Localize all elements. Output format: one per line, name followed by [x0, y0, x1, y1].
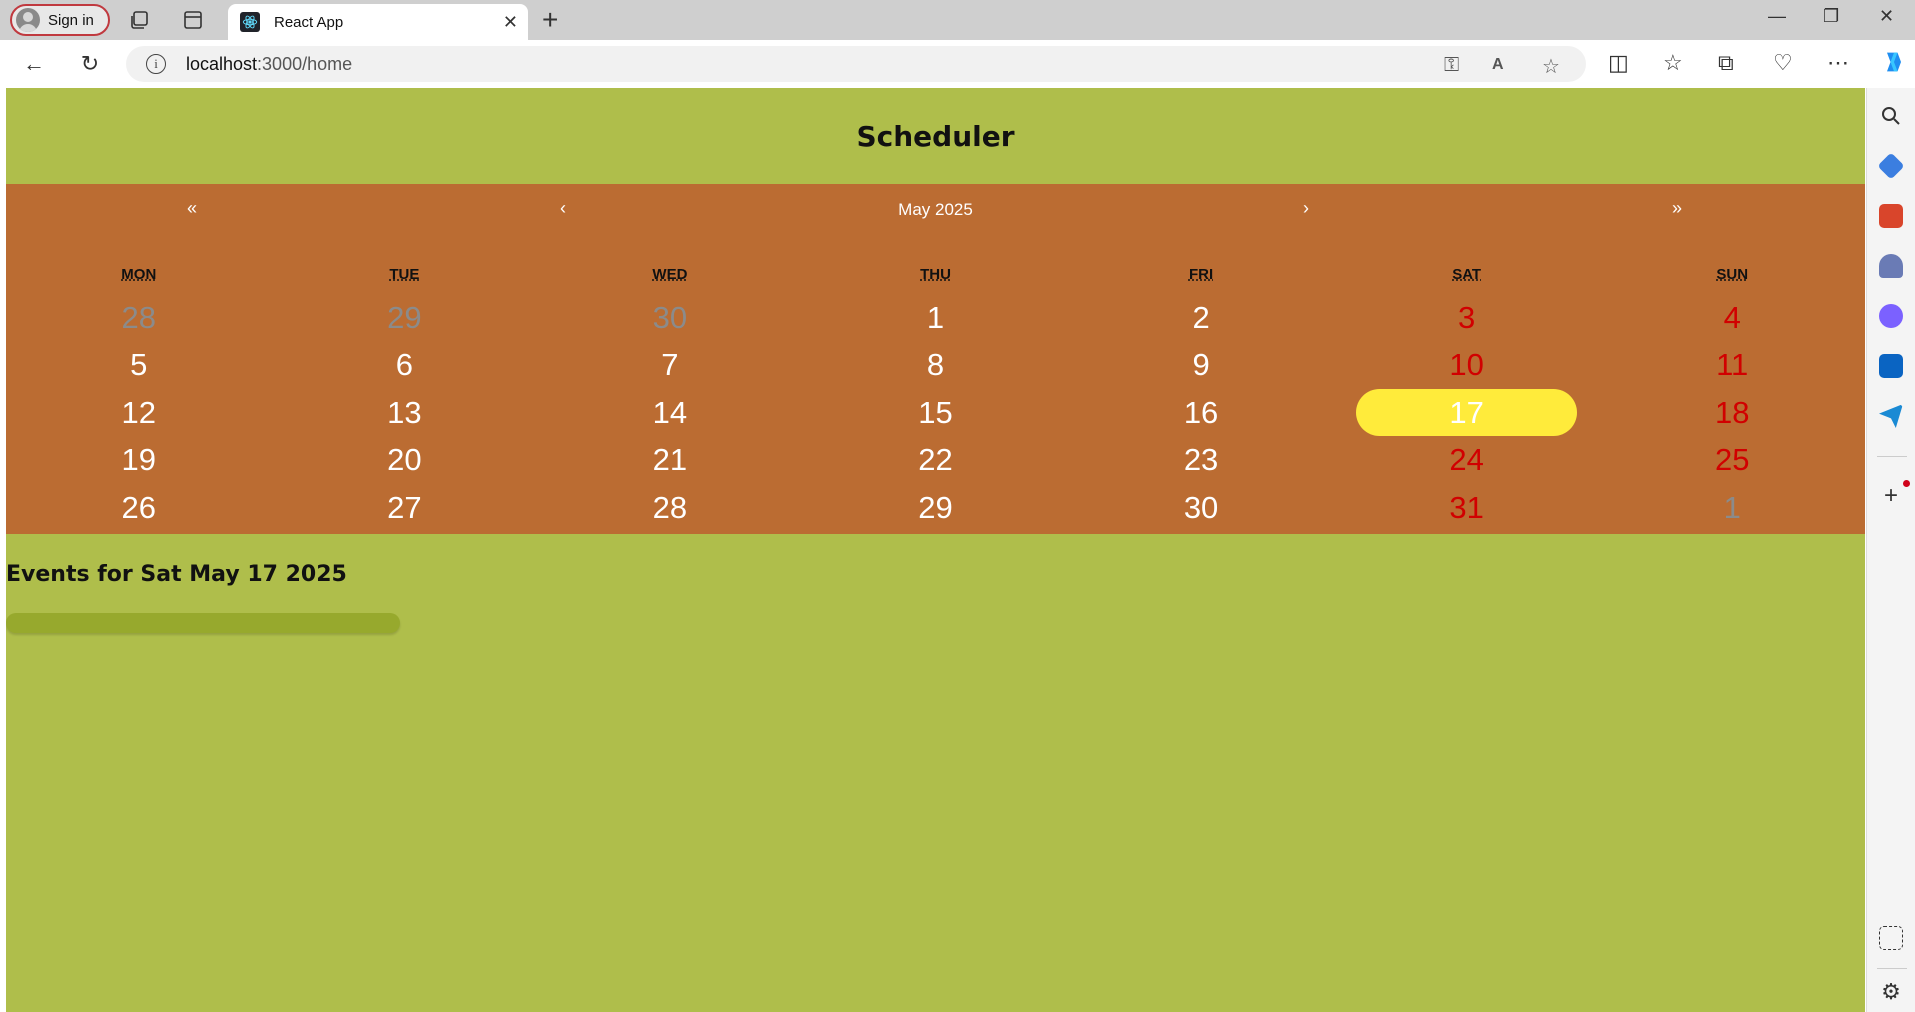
notification-dot-icon	[1903, 480, 1910, 487]
weekday-label: SAT	[1452, 266, 1482, 283]
calendar-day-outside-month[interactable]: 28	[6, 294, 272, 342]
page-title: Scheduler	[856, 119, 1015, 153]
react-logo-icon	[240, 12, 260, 32]
close-tab-icon[interactable]: ✕	[503, 12, 518, 33]
copilot-icon[interactable]	[1880, 48, 1908, 82]
weekday-label: THU	[920, 266, 951, 283]
calendar-day[interactable]: 5	[6, 342, 272, 390]
calendar-day[interactable]: 20	[272, 437, 538, 485]
calendar-day[interactable]: 1	[803, 294, 1069, 342]
calendar-day[interactable]: 14	[537, 389, 803, 437]
send-telegram-icon[interactable]	[1879, 404, 1903, 428]
calendar-day-weekend[interactable]: 11	[1599, 342, 1865, 390]
new-tab-button[interactable]: +	[542, 4, 558, 36]
refresh-icon[interactable]: ↻	[76, 50, 104, 78]
vertical-tabs-icon[interactable]	[181, 8, 205, 32]
app-header: Scheduler	[6, 88, 1865, 184]
weekday-label: SUN	[1716, 266, 1749, 283]
password-key-icon[interactable]: ⚿	[1444, 54, 1459, 77]
collections-icon[interactable]: ⧉	[1718, 50, 1734, 76]
url-host: localhost	[186, 54, 258, 74]
settings-gear-icon[interactable]: ⚙	[1879, 980, 1903, 1004]
outlook-icon[interactable]	[1879, 354, 1903, 378]
sidebar-divider-bottom	[1877, 968, 1907, 969]
calendar-day-outside-month[interactable]: 29	[272, 294, 538, 342]
add-sidebar-app-icon[interactable]: +	[1879, 484, 1903, 508]
weekday-label: WED	[652, 266, 688, 283]
calendar-day[interactable]: 26	[6, 484, 272, 532]
next-year-button[interactable]: »	[1657, 198, 1697, 219]
event-list-placeholder	[6, 613, 400, 633]
address-bar[interactable]: i localhost:3000/home ⚿ A ☆	[126, 46, 1586, 82]
calendar-day[interactable]: 22	[803, 437, 1069, 485]
tab-react-app[interactable]: React App ✕	[228, 4, 528, 40]
calendar-day[interactable]: 9	[1068, 342, 1334, 390]
calendar-day[interactable]: 13	[272, 389, 538, 437]
calendar-day-weekend[interactable]: 18	[1599, 389, 1865, 437]
favorite-star-icon[interactable]: ☆	[1542, 54, 1560, 79]
calendar-day-weekend[interactable]: 10	[1334, 342, 1600, 390]
sidebar-divider	[1877, 456, 1907, 457]
calendar-day-outside-month[interactable]: 30	[537, 294, 803, 342]
restore-icon[interactable]: ❐	[1823, 6, 1839, 27]
shopping-tag-icon[interactable]	[1877, 152, 1905, 180]
calendar-day[interactable]: 30	[1068, 484, 1334, 532]
read-aloud-icon[interactable]: A	[1492, 56, 1504, 74]
weekday-header: MON TUE WED THU FRI SAT SUN	[6, 266, 1865, 286]
weekday-label: MON	[121, 266, 157, 283]
calendar-day[interactable]: 27	[272, 484, 538, 532]
more-options-icon[interactable]: ⋯	[1827, 50, 1849, 76]
calendar-day[interactable]: 21	[537, 437, 803, 485]
calendar-day-selected[interactable]: 17	[1355, 389, 1578, 436]
calendar-day[interactable]: 8	[803, 342, 1069, 390]
calendar-day[interactable]: 2	[1068, 294, 1334, 342]
workspaces-icon[interactable]	[128, 8, 152, 32]
calendar-day[interactable]: 29	[803, 484, 1069, 532]
tab-title: React App	[274, 13, 344, 31]
calendar-day-weekend[interactable]: 31	[1334, 484, 1600, 532]
profile-avatar-icon	[16, 8, 40, 32]
calendar-day[interactable]: 16	[1068, 389, 1334, 437]
browser-essentials-icon[interactable]: ♡	[1773, 50, 1793, 76]
microsoft-365-icon[interactable]	[1879, 304, 1903, 328]
next-month-button[interactable]: ›	[1286, 198, 1326, 219]
events-heading: Events for Sat May 17 2025	[6, 562, 347, 587]
split-screen-icon[interactable]: ◫	[1608, 50, 1629, 76]
calendar-day[interactable]: 7	[537, 342, 803, 390]
scheduler-app: Scheduler « ‹ May 2025 › » MON TUE WED T…	[6, 88, 1865, 1012]
calendar: « ‹ May 2025 › » MON TUE WED THU FRI SAT…	[6, 184, 1865, 534]
weekday-label: TUE	[389, 266, 420, 283]
games-chess-icon[interactable]	[1879, 254, 1903, 278]
calendar-day-weekend[interactable]: 4	[1599, 294, 1865, 342]
minimize-icon[interactable]: —	[1768, 6, 1786, 27]
browser-toolbar: ← ↻ i localhost:3000/home ⚿ A ☆ ◫ ☆ ⧉ ♡ …	[0, 40, 1915, 88]
url-path: :3000/home	[257, 54, 353, 74]
calendar-day[interactable]: 15	[803, 389, 1069, 437]
calendar-navigation: « ‹ May 2025 › »	[6, 184, 1865, 236]
close-window-icon[interactable]: ✕	[1879, 6, 1894, 27]
back-arrow-icon[interactable]: ←	[20, 50, 48, 78]
calendar-day[interactable]: 6	[272, 342, 538, 390]
calendar-day-weekend[interactable]: 25	[1599, 437, 1865, 485]
sign-in-button[interactable]: Sign in	[10, 4, 110, 36]
tools-briefcase-icon[interactable]	[1879, 204, 1903, 228]
browser-tab-strip: Sign in React App ✕ + — ❐ ✕	[0, 0, 1915, 40]
month-label[interactable]: May 2025	[6, 200, 1865, 220]
calendar-day-outside-month[interactable]: 1	[1599, 484, 1865, 532]
calendar-day[interactable]: 12	[6, 389, 272, 437]
favorites-list-icon[interactable]: ☆	[1663, 50, 1683, 76]
calendar-days-grid: 28 29 30 1 2 3 4 5 6 7 8 9 10 11 12 13 1…	[6, 294, 1865, 532]
site-info-icon[interactable]: i	[146, 54, 166, 74]
calendar-day-weekend[interactable]: 24	[1334, 437, 1600, 485]
calendar-day-weekend[interactable]: 3	[1334, 294, 1600, 342]
screenshot-icon[interactable]	[1879, 926, 1903, 950]
edge-sidebar: + ⚙	[1866, 88, 1915, 1012]
search-icon[interactable]	[1879, 104, 1903, 128]
weekday-label: FRI	[1188, 266, 1214, 283]
calendar-day[interactable]: 19	[6, 437, 272, 485]
calendar-day[interactable]: 23	[1068, 437, 1334, 485]
sign-in-label: Sign in	[48, 11, 94, 29]
url-text[interactable]: localhost:3000/home	[186, 54, 352, 75]
calendar-day[interactable]: 28	[537, 484, 803, 532]
